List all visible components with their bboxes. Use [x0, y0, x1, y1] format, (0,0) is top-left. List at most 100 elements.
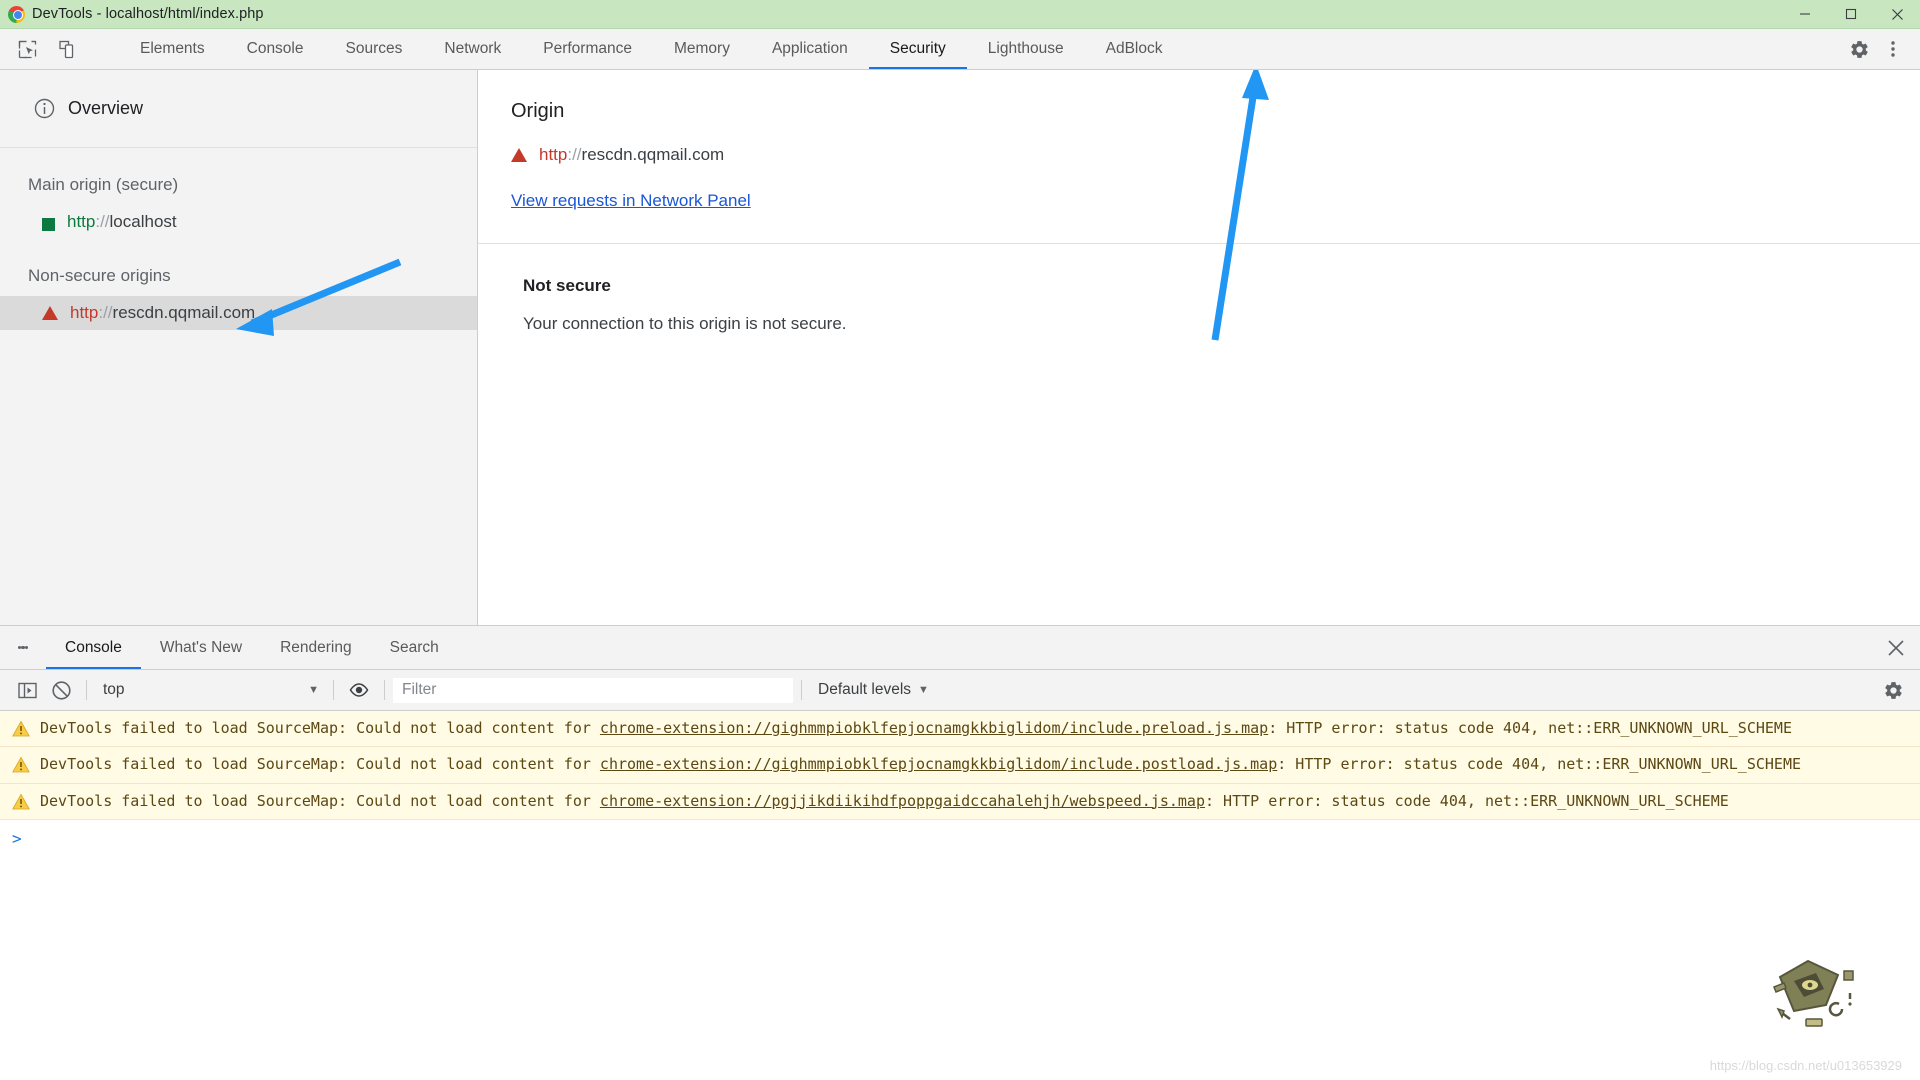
close-icon: [1888, 639, 1904, 656]
origin-scheme: http: [70, 303, 99, 322]
device-toolbar-icon[interactable]: [54, 36, 80, 62]
page-title: Origin: [511, 100, 565, 122]
warning-triangle-icon: [511, 148, 527, 162]
message-link[interactable]: chrome-extension://gighmmpiobklfepjocnam…: [600, 755, 1277, 773]
clear-console-icon[interactable]: [44, 673, 78, 707]
console-toolbar-divider-4: [801, 680, 802, 700]
chevron-down-icon: ▼: [918, 684, 929, 696]
sidebar-origin-rescdn[interactable]: http://rescdn.qqmail.com: [0, 296, 477, 330]
origin-host: localhost: [109, 212, 177, 231]
message-prefix: DevTools failed to load SourceMap: Could…: [40, 719, 600, 737]
origin-scheme: http: [539, 145, 568, 164]
console-toolbar-divider-3: [384, 680, 385, 700]
secure-square-icon: [42, 216, 55, 231]
origin-separator: ://: [95, 212, 110, 231]
drawer-more-vertical-icon[interactable]: [0, 626, 46, 669]
drawer-tab-bar: Console What's New Rendering Search: [0, 626, 1920, 670]
message-link[interactable]: chrome-extension://gighmmpiobklfepjocnam…: [600, 719, 1268, 737]
sidebar-origin-localhost[interactable]: http://localhost: [0, 205, 477, 239]
panel-tabs: Elements Console Sources Network Perform…: [119, 29, 1184, 69]
console-message-text: DevTools failed to load SourceMap: Could…: [40, 717, 1792, 740]
sidebar-item-overview[interactable]: Overview: [0, 70, 477, 148]
tab-application[interactable]: Application: [751, 29, 869, 69]
message-link[interactable]: chrome-extension://pgjjikdiikihdfpoppgai…: [600, 792, 1205, 810]
console-prompt[interactable]: >: [0, 820, 1920, 848]
log-levels-label: Default levels: [818, 681, 912, 698]
sidebar-group-title-non-secure: Non-secure origins: [28, 266, 171, 285]
tab-lighthouse[interactable]: Lighthouse: [967, 29, 1085, 69]
drawer-close-button[interactable]: [1886, 626, 1920, 669]
info-circle-icon: [34, 98, 55, 119]
eye-icon[interactable]: [342, 673, 376, 707]
devtools-tab-bar: Elements Console Sources Network Perform…: [0, 29, 1920, 70]
minimize-button[interactable]: [1782, 0, 1828, 29]
close-button[interactable]: [1874, 0, 1920, 29]
security-panel: Overview Main origin (secure) http://loc…: [0, 70, 1920, 625]
sidebar-overview-label: Overview: [68, 98, 144, 118]
message-suffix: : HTTP error: status code 404, net::ERR_…: [1204, 791, 1729, 810]
tab-performance[interactable]: Performance: [522, 29, 653, 69]
console-toolbar-right: [1876, 673, 1920, 707]
console-message-text: DevTools failed to load SourceMap: Could…: [40, 790, 1729, 813]
csdn-watermark-badge: [1773, 959, 1854, 1027]
toolbar-right-icons: [1821, 29, 1920, 69]
gear-icon[interactable]: [1842, 32, 1876, 66]
window-controls: [1782, 0, 1920, 29]
console-message-warning[interactable]: DevTools failed to load SourceMap: Could…: [0, 783, 1920, 820]
message-suffix: : HTTP error: status code 404, net::ERR_…: [1268, 719, 1792, 737]
console-context-select[interactable]: top ▼: [95, 681, 325, 699]
connection-status-text: Your connection to this origin is not se…: [523, 314, 847, 333]
chevron-down-icon: ▼: [308, 684, 319, 696]
maximize-button[interactable]: [1828, 0, 1874, 29]
gear-icon[interactable]: [1876, 673, 1910, 707]
sidebar-origin-url-localhost: http://localhost: [67, 212, 177, 232]
warning-triangle-icon: [42, 306, 58, 320]
chrome-logo-icon: [8, 5, 25, 23]
sidebar-group-title-main-origin: Main origin (secure): [28, 175, 179, 194]
console-message-text: DevTools failed to load SourceMap: Could…: [40, 753, 1801, 776]
console-toolbar-divider-2: [333, 680, 334, 700]
origin-scheme: http: [67, 212, 96, 231]
console-message-warning[interactable]: DevTools failed to load SourceMap: Could…: [0, 747, 1920, 784]
tab-adblock[interactable]: AdBlock: [1085, 29, 1184, 69]
watermark-text: https://blog.csdn.net/u013653929: [1709, 1058, 1902, 1073]
warning-triangle-icon: [12, 756, 30, 774]
tab-elements[interactable]: Elements: [119, 29, 226, 69]
more-vertical-icon[interactable]: [1876, 32, 1910, 66]
origin-section: Origin http://rescdn.qqmail.com View req…: [478, 70, 1920, 211]
prompt-caret-icon: >: [12, 828, 22, 848]
drawer-tab-console[interactable]: Console: [46, 626, 141, 669]
inspect-element-icon[interactable]: [14, 36, 40, 62]
main-origin-url: http://rescdn.qqmail.com: [539, 145, 724, 165]
view-requests-link[interactable]: View requests in Network Panel: [511, 191, 751, 211]
console-drawer: Console What's New Rendering Search top: [0, 625, 1920, 1079]
message-prefix: DevTools failed to load SourceMap: Could…: [40, 755, 600, 774]
log-levels-select[interactable]: Default levels ▼: [810, 681, 929, 699]
drawer-tab-whats-new[interactable]: What's New: [141, 626, 261, 669]
toolbar-left-icons: [0, 29, 119, 69]
origin-separator: ://: [98, 303, 113, 322]
tab-network[interactable]: Network: [423, 29, 522, 69]
connection-section: Not secure Your connection to this origi…: [478, 244, 1920, 334]
origin-separator: ://: [567, 145, 582, 164]
tab-memory[interactable]: Memory: [653, 29, 751, 69]
console-toolbar: top ▼ Filter Default levels ▼: [0, 670, 1920, 711]
origin-host: rescdn.qqmail.com: [581, 145, 725, 164]
main-origin-row: http://rescdn.qqmail.com: [511, 145, 1920, 165]
tab-security[interactable]: Security: [868, 29, 967, 69]
tab-sources[interactable]: Sources: [325, 29, 424, 69]
drawer-tab-rendering[interactable]: Rendering: [261, 626, 371, 669]
console-context-value: top: [103, 681, 125, 698]
message-prefix: DevTools failed to load SourceMap: Could…: [40, 791, 600, 810]
filter-input[interactable]: Filter: [393, 677, 793, 703]
drawer-tab-search[interactable]: Search: [371, 626, 458, 669]
console-message-warning[interactable]: DevTools failed to load SourceMap: Could…: [0, 711, 1920, 748]
window-title: DevTools - localhost/html/index.php: [32, 6, 264, 22]
warning-triangle-icon: [12, 793, 30, 811]
tab-console[interactable]: Console: [226, 29, 325, 69]
console-sidebar-icon[interactable]: [10, 673, 44, 707]
warning-triangle-icon: [12, 720, 30, 738]
sidebar-origin-url-rescdn: http://rescdn.qqmail.com: [70, 303, 255, 323]
security-sidebar: Overview Main origin (secure) http://loc…: [0, 70, 478, 625]
security-main-view: Origin http://rescdn.qqmail.com View req…: [478, 70, 1920, 625]
